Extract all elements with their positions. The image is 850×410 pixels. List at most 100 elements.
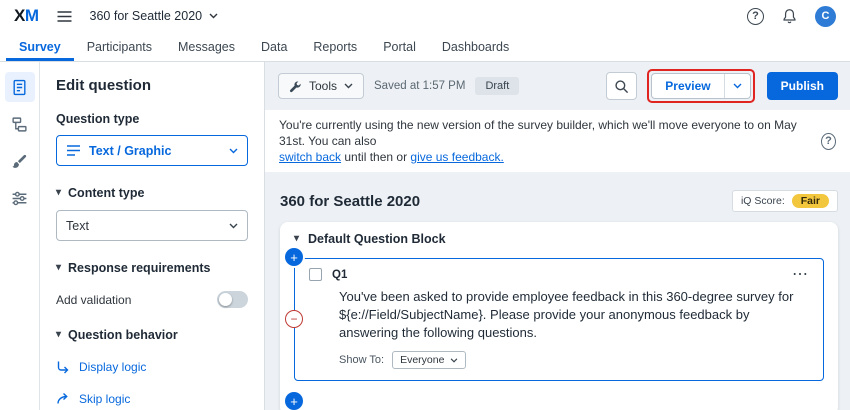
page-title: 360 for Seattle 2020 [280,193,420,210]
project-name: 360 for Seattle 2020 [90,9,203,23]
logo-m: M [25,6,39,25]
switch-back-link[interactable]: switch back [279,150,341,164]
survey-options-icon[interactable] [5,183,35,213]
block-header: ▾ Default Question Block [294,232,824,246]
add-validation-toggle[interactable] [217,291,248,308]
project-switcher[interactable]: 360 for Seattle 2020 [90,9,219,23]
collapse-caret-icon: ▾ [56,263,61,273]
avatar[interactable]: C [815,6,836,27]
edit-question-panel: Edit question Question type Text / Graph… [40,62,265,410]
skip-logic-label: Skip logic [79,392,130,406]
preview-dropdown-toggle[interactable] [724,74,750,98]
xm-logo: XM [14,6,39,26]
publish-button[interactable]: Publish [767,72,838,100]
icon-rail [0,62,40,410]
skip-logic-icon [56,392,70,406]
survey-title-row: 360 for Seattle 2020 iQ Score: Fair [265,172,850,212]
chevron-down-icon [229,223,238,229]
add-question-below-button[interactable]: + [285,392,303,410]
add-question-above-button[interactable]: + [285,248,303,266]
remove-question-button[interactable]: − [285,310,303,328]
survey-flow-icon[interactable] [5,109,35,139]
tab-survey[interactable]: Survey [6,32,74,61]
add-validation-label: Add validation [56,293,131,307]
notice-text: You're currently using the new version o… [279,117,811,165]
main-content: Tools Saved at 1:57 PM Draft Preview Pub… [265,62,850,410]
help-icon[interactable]: ? [821,133,836,150]
chevron-down-icon [229,148,238,154]
chevron-down-icon [344,83,353,89]
response-requirements-section-header[interactable]: ▾ Response requirements [56,261,248,275]
help-icon[interactable]: ? [747,8,764,25]
content-type-label: Content type [68,186,144,200]
question-type-label: Question type [56,112,248,126]
show-to-dropdown[interactable]: Everyone [392,351,466,369]
question-behavior-label: Question behavior [68,328,178,342]
text-graphic-icon [66,144,81,157]
content-type-value: Text [66,219,89,233]
tab-messages[interactable]: Messages [165,32,248,61]
tab-participants[interactable]: Participants [74,32,165,61]
question-type-value: Text / Graphic [89,144,171,158]
notice-between: until then or [341,150,410,164]
top-bar: XM 360 for Seattle 2020 ? C [0,0,850,32]
topbar-actions: ? C [747,6,836,27]
chevron-down-icon [733,83,742,89]
display-logic-label: Display logic [79,360,146,374]
look-and-feel-icon[interactable] [5,146,35,176]
content-type-section-header[interactable]: ▾ Content type [56,186,248,200]
tab-reports[interactable]: Reports [300,32,370,61]
builder-toolbar: Tools Saved at 1:57 PM Draft Preview Pub… [265,62,850,110]
hamburger-menu-icon[interactable] [55,9,74,24]
display-logic-link[interactable]: Display logic [56,360,248,374]
response-requirements-label: Response requirements [68,261,210,275]
tab-dashboards[interactable]: Dashboards [429,32,522,61]
help-glyph: ? [825,135,832,147]
search-button[interactable] [606,72,637,100]
question-header-row: Q1 ⋯ [309,267,809,282]
help-glyph: ? [752,10,759,22]
notifications-bell-icon[interactable] [782,8,797,24]
question-type-dropdown[interactable]: Text / Graphic [56,135,248,166]
avatar-initial: C [822,10,830,22]
preview-highlight-annotation: Preview [647,69,754,103]
show-to-value: Everyone [400,354,444,366]
give-feedback-link[interactable]: give us feedback. [410,150,503,164]
show-to-row: Show To: Everyone [339,350,809,370]
question-menu-button[interactable]: ⋯ [792,270,809,280]
question-checkbox[interactable] [309,268,322,281]
tools-button[interactable]: Tools [278,73,364,99]
content-type-dropdown[interactable]: Text [56,210,248,241]
autosave-status: Saved at 1:57 PM [374,80,465,92]
question-behavior-section-header[interactable]: ▾ Question behavior [56,328,248,342]
question-text[interactable]: You've been asked to provide employee fe… [339,288,807,342]
notice-line1: You're currently using the new version o… [279,117,811,149]
question-card-q1[interactable]: + − + Q1 ⋯ You've been asked to provide … [294,258,824,381]
tab-data[interactable]: Data [248,32,300,61]
iq-score-badge[interactable]: Fair [792,194,829,208]
chevron-down-icon [450,358,458,363]
preview-split-button: Preview [651,73,750,99]
tab-portal[interactable]: Portal [370,32,429,61]
preview-button[interactable]: Preview [652,74,723,98]
new-builder-notice: You're currently using the new version o… [265,110,850,172]
question-id: Q1 [332,269,347,281]
add-validation-row: Add validation [56,291,248,308]
wrench-icon [289,80,302,93]
tools-label: Tools [309,79,337,93]
survey-builder-icon[interactable] [5,72,35,102]
question-block: ▾ Default Question Block + − + Q1 ⋯ You'… [280,222,838,410]
block-collapse-caret-icon[interactable]: ▾ [294,234,299,244]
collapse-caret-icon: ▾ [56,188,61,198]
logo-x: X [14,6,25,25]
chevron-down-icon [209,13,218,19]
search-icon [614,79,629,94]
nav-tabs: Survey Participants Messages Data Report… [0,32,850,62]
skip-logic-link[interactable]: Skip logic [56,392,248,406]
show-to-label: Show To: [339,354,384,366]
draft-badge: Draft [475,77,519,95]
iq-score-label: iQ Score: [741,195,785,207]
display-logic-icon [56,360,70,374]
collapse-caret-icon: ▾ [56,330,61,340]
block-title: Default Question Block [308,232,446,246]
